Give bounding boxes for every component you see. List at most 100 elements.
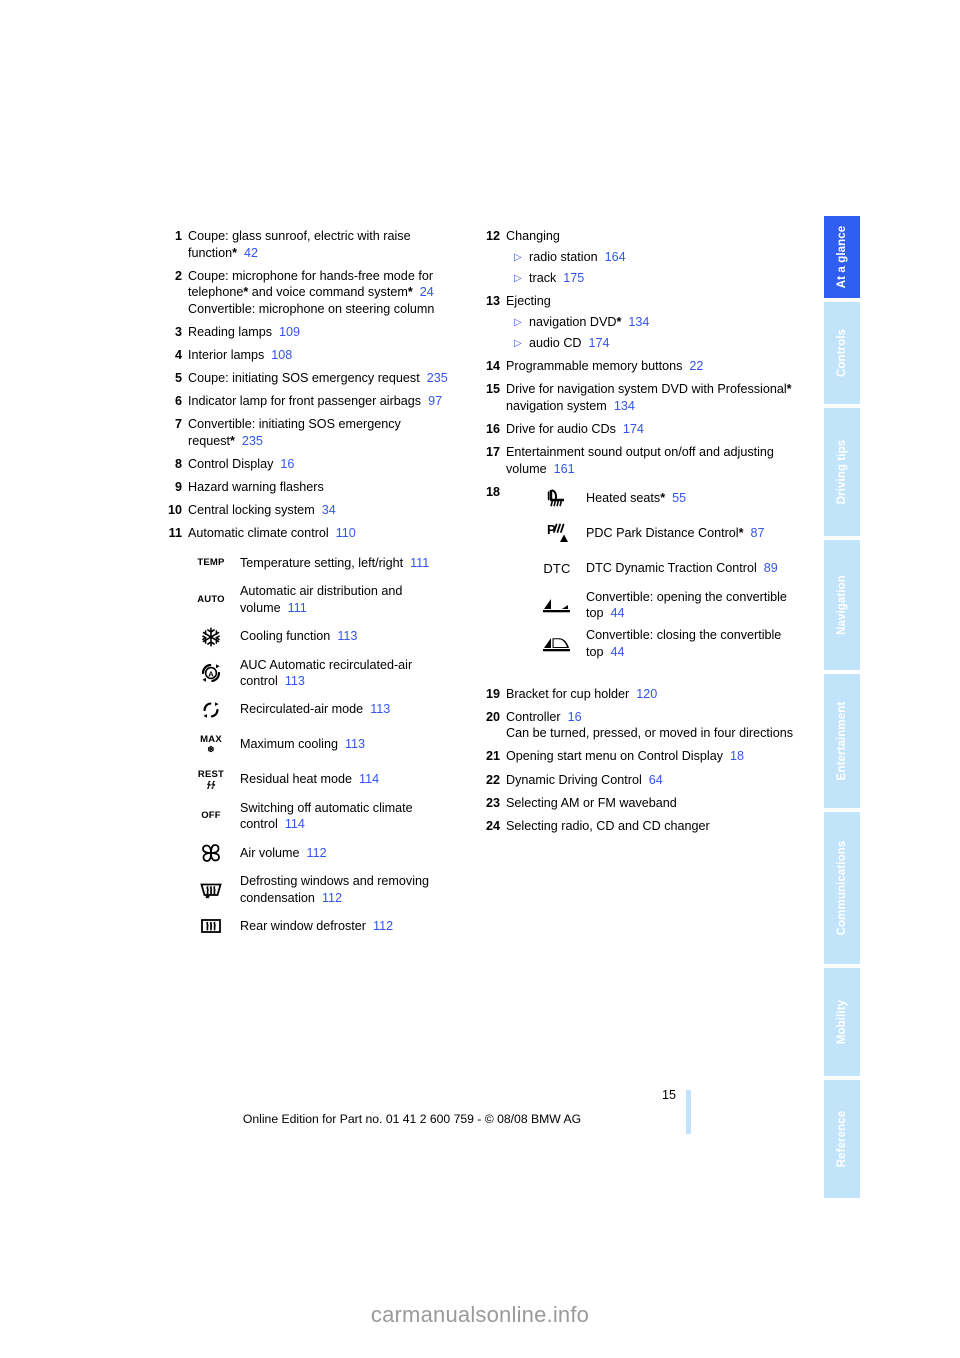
tab-mobility[interactable]: Mobility — [824, 968, 860, 1076]
climate-row: MAX ❆ Maximum cooling 113 — [188, 730, 462, 760]
tab-entertainment[interactable]: Entertainment — [824, 674, 860, 808]
page-ref[interactable]: 112 — [315, 891, 342, 905]
convertible-top-close-icon — [534, 629, 580, 659]
legend-text: Dynamic Driving Control 64 — [506, 772, 796, 789]
tab-navigation[interactable]: Navigation — [824, 540, 860, 670]
page-ref[interactable]: 134 — [621, 315, 649, 329]
auto-icon: AUTO — [188, 585, 234, 615]
page-ref[interactable]: 235 — [235, 434, 263, 448]
page-ref[interactable]: 235 — [420, 371, 448, 385]
page-ref[interactable]: 111 — [403, 556, 429, 570]
page-ref[interactable]: 174 — [616, 422, 644, 436]
page-ref[interactable]: 120 — [629, 687, 657, 701]
climate-label: Cooling function — [240, 629, 331, 644]
legend-number: 17 — [485, 445, 500, 460]
climate-text: Residual heat mode 114 — [234, 771, 462, 788]
max-text: MAX — [200, 733, 222, 745]
tab-driving-tips[interactable]: Driving tips — [824, 408, 860, 536]
page-ref[interactable]: 113 — [330, 629, 357, 643]
footer-color-bar — [686, 1090, 691, 1134]
tab-at-a-glance[interactable]: At a glance — [824, 216, 860, 298]
page-ref[interactable]: 89 — [757, 561, 778, 575]
page-ref[interactable]: 55 — [665, 491, 686, 505]
legend-text: Hazard warning flashers — [188, 479, 462, 496]
legend-label-cont: navigation system — [506, 398, 607, 413]
page-ref[interactable]: 34 — [315, 503, 336, 517]
page-ref[interactable]: 108 — [264, 348, 292, 362]
page-ref[interactable]: 87 — [743, 526, 764, 540]
legend-number: 7 — [174, 417, 182, 432]
tab-label: Driving tips — [836, 439, 848, 505]
legend-text: Changing ▷ radio station 164 ▷ track 175 — [506, 228, 796, 287]
max-cooling-icon: MAX ❆ — [188, 730, 234, 760]
page-ref[interactable]: 174 — [582, 336, 610, 350]
legend-text: Automatic climate control 110 — [188, 525, 462, 542]
page-number: 15 — [661, 1088, 676, 1102]
page-ref[interactable]: 175 — [556, 271, 584, 285]
triangle-bullet-icon: ▷ — [514, 272, 522, 284]
legend-number: 14 — [485, 359, 500, 374]
page-ref[interactable]: 112 — [366, 919, 393, 933]
page-ref[interactable]: 44 — [604, 606, 625, 620]
climate-text: Recirculated-air mode 113 — [234, 701, 462, 718]
climate-label: Switching off automatic climate control — [240, 800, 413, 832]
page-ref[interactable]: 109 — [272, 325, 300, 339]
climate-label: Maximum cooling — [240, 737, 338, 752]
residual-heat-icon: REST ∱∱ — [188, 765, 234, 795]
page-ref[interactable]: 113 — [278, 674, 305, 688]
legend-column-left: 1 Coupe: glass sunroof, electric with ra… — [166, 228, 462, 946]
temp-icon: TEMP — [188, 548, 234, 578]
control-row: P PDC Park Distance Control* 87 — [534, 519, 796, 549]
layout-spacer — [484, 672, 796, 686]
legend-text: Opening start menu on Control Display 18 — [506, 748, 796, 765]
triangle-bullet-icon: ▷ — [514, 316, 522, 328]
control-text: PDC Park Distance Control* 87 — [580, 525, 796, 542]
legend-number: 11 — [168, 526, 182, 541]
page-ref[interactable]: 161 — [547, 462, 575, 476]
climate-label: AUC Automatic recirculated-air control — [240, 657, 413, 689]
dtc-icon: DTC — [534, 554, 580, 584]
legend-item: 9 Hazard warning flashers — [166, 479, 462, 496]
page-ref[interactable]: 44 — [604, 645, 625, 659]
tab-controls[interactable]: Controls — [824, 302, 860, 404]
page-ref[interactable]: 114 — [278, 817, 305, 831]
tab-reference[interactable]: Reference — [824, 1080, 860, 1198]
legend-number: 20 — [485, 709, 500, 724]
page-ref[interactable]: 24 — [413, 285, 434, 299]
tab-label: Communications — [836, 840, 848, 936]
page-ref[interactable]: 110 — [329, 526, 356, 540]
tab-communications[interactable]: Communications — [824, 812, 860, 964]
legend-label: Selecting radio, CD and CD changer — [506, 818, 710, 833]
climate-text: Switching off automatic climate control 1… — [234, 800, 462, 833]
page-ref[interactable]: 16 — [273, 457, 294, 471]
page-ref[interactable]: 42 — [237, 246, 258, 260]
page-ref[interactable]: 134 — [607, 399, 635, 413]
page-ref[interactable]: 113 — [338, 737, 365, 751]
page-ref[interactable]: 112 — [300, 846, 327, 860]
legend-number: 16 — [485, 421, 500, 436]
page-content: 1 Coupe: glass sunroof, electric with ra… — [0, 0, 824, 1358]
page-ref[interactable]: 164 — [598, 250, 626, 264]
page-ref[interactable]: 114 — [352, 772, 379, 786]
legend-number: 8 — [174, 457, 182, 472]
legend-item: 18 Heated seats* 55 P PDC Park Distance … — [484, 484, 796, 665]
legend-label: Coupe: glass sunroof, electric with rais… — [188, 229, 411, 260]
page-ref[interactable]: 113 — [363, 702, 390, 716]
page-ref[interactable]: 18 — [723, 749, 744, 763]
control-row: Convertible: closing the convertible top… — [534, 627, 796, 660]
legend-number: 13 — [485, 294, 500, 309]
page-ref[interactable]: 22 — [682, 359, 703, 373]
rear-defroster-icon — [188, 911, 234, 941]
control-label: DTC Dynamic Traction Control — [586, 561, 757, 576]
recirculated-air-icon — [188, 695, 234, 725]
sub-item: ▷ audio CD 174 — [506, 335, 796, 352]
control-row: Heated seats* 55 — [534, 484, 796, 514]
svg-text:A: A — [208, 669, 214, 678]
page-ref[interactable]: 64 — [642, 773, 663, 787]
page-ref[interactable]: 97 — [421, 394, 442, 408]
page-ref[interactable]: 16 — [561, 710, 582, 724]
rest-text: REST — [197, 768, 225, 780]
legend-text: Coupe: initiating SOS emergency request 2… — [188, 370, 462, 387]
page-ref[interactable]: 111 — [281, 601, 307, 615]
legend-number: 9 — [174, 480, 182, 495]
